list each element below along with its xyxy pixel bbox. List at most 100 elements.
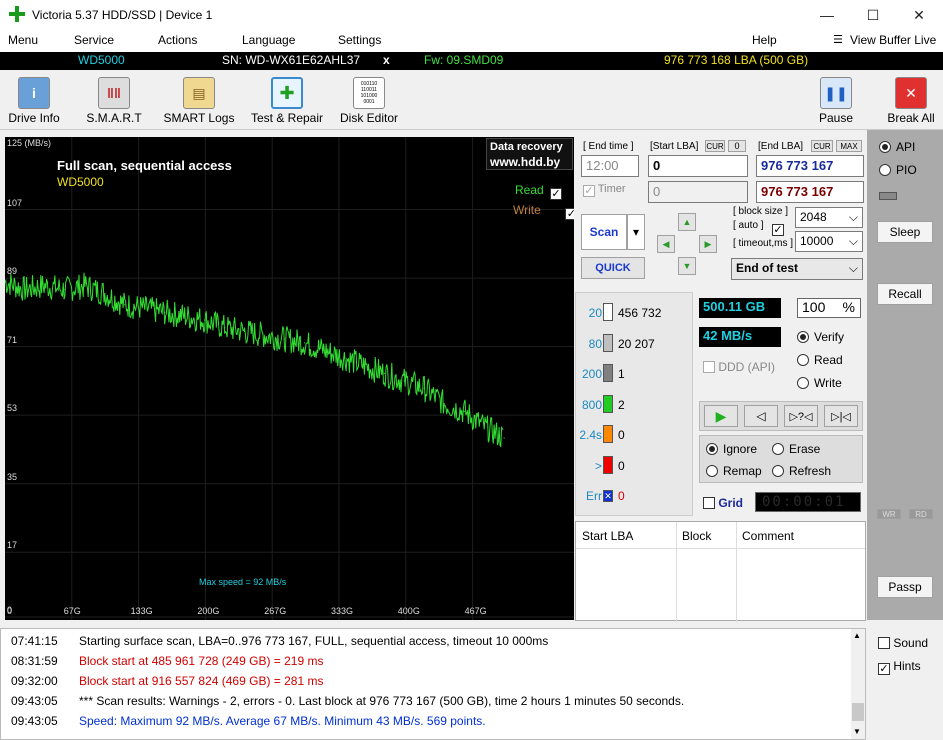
dpad-right-icon[interactable]: ▶ xyxy=(699,235,717,253)
start-cur-button[interactable]: CUR xyxy=(705,140,725,152)
x-tick-label: 200G xyxy=(197,606,220,616)
timeout-select[interactable]: 10000 ⌵ xyxy=(795,231,863,252)
quick-button[interactable]: QUICK xyxy=(581,257,645,279)
sound-checkbox[interactable]: Sound xyxy=(878,636,928,650)
read-radio[interactable]: Read xyxy=(797,353,843,367)
log-time: 09:43:05 xyxy=(11,694,58,708)
drive-capacity: 976 773 168 LBA (500 GB) xyxy=(664,53,809,67)
menu-settings[interactable]: Settings xyxy=(338,33,381,47)
block-color-swatch xyxy=(603,303,613,321)
refresh-radio[interactable]: Refresh xyxy=(772,464,831,478)
write-radio[interactable]: Write xyxy=(797,376,842,390)
col-start-lba[interactable]: Start LBA xyxy=(582,529,633,543)
y-tick-label: 107 xyxy=(7,197,23,208)
graph-canvas xyxy=(5,137,574,620)
log-time: 07:41:15 xyxy=(11,634,58,648)
break-all-button[interactable]: ✕ Break All xyxy=(884,75,938,129)
block-stat-row: >0 xyxy=(576,455,692,476)
smart-button[interactable]: ǁǁ S.M.A.R.T xyxy=(84,75,144,129)
pio-radio[interactable]: PIO xyxy=(879,163,917,177)
dpad-left-icon[interactable]: ◀ xyxy=(657,235,675,253)
menu-view-buffer-live[interactable]: View Buffer Live xyxy=(850,33,936,47)
end-icon[interactable]: ▷|◁ xyxy=(824,405,858,427)
controls-panel: [ End time ] [Start LBA] CUR 0 [End LBA]… xyxy=(575,135,867,622)
binary-icon: 010110 110011 101000 0001 xyxy=(353,77,385,109)
col-block[interactable]: Block xyxy=(682,529,711,543)
start-zero-button[interactable]: 0 xyxy=(728,140,746,152)
disk-editor-button[interactable]: 010110 110011 101000 0001 Disk Editor xyxy=(338,75,400,129)
end-of-test-select[interactable]: End of test ⌵ xyxy=(731,258,863,280)
end-cur-button[interactable]: CUR xyxy=(811,140,833,152)
write-legend-checkbox[interactable]: ✓ xyxy=(565,208,574,220)
x-tick-label: 400G xyxy=(397,606,420,616)
scan-button[interactable]: Scan xyxy=(581,214,627,250)
rewind-icon[interactable]: ◁ xyxy=(744,405,778,427)
block-threshold: 20 xyxy=(588,306,602,320)
test-repair-button[interactable]: ✚ Test & Repair xyxy=(248,75,326,129)
scroll-up-icon[interactable]: ▲ xyxy=(853,631,861,640)
x-tick-label: 267G xyxy=(264,606,287,616)
title-bar: Victoria 5.37 HDD/SSD | Device 1 — ☐ ✕ xyxy=(0,0,943,30)
grid-checkbox[interactable]: Grid xyxy=(703,496,743,510)
api-radio[interactable]: API xyxy=(879,140,915,154)
log-time: 09:32:00 xyxy=(11,674,58,688)
skip-unknown-icon[interactable]: ▷?◁ xyxy=(784,405,818,427)
end-lba-2-input[interactable]: 976 773 167 xyxy=(756,181,864,203)
drive-info-button[interactable]: i Drive Info xyxy=(6,75,62,129)
read-speed-line xyxy=(5,272,504,448)
scroll-thumb[interactable] xyxy=(852,703,864,721)
dpad-up-icon[interactable]: ▲ xyxy=(678,213,696,231)
end-lba-input[interactable]: 976 773 167 xyxy=(756,155,864,177)
smart-logs-button[interactable]: ▤ SMART Logs xyxy=(162,75,236,129)
defects-table[interactable]: Start LBA Block Comment xyxy=(575,521,866,622)
col-comment[interactable]: Comment xyxy=(742,529,794,543)
menu-language[interactable]: Language xyxy=(242,33,295,47)
log-row: 09:43:05 Speed: Maximum 92 MB/s. Average … xyxy=(11,714,486,728)
block-stat-row: 80 20 207 xyxy=(576,333,692,354)
x-zero-label: 0 xyxy=(7,606,13,616)
block-size-select[interactable]: 2048 ⌵ xyxy=(795,207,863,228)
remap-radio[interactable]: Remap xyxy=(706,464,762,478)
ignore-radio[interactable]: Ignore xyxy=(706,442,757,456)
drive-model[interactable]: WD5000 xyxy=(78,53,125,67)
pause-button[interactable]: ❚❚ Pause xyxy=(814,75,858,129)
menu-service[interactable]: Service xyxy=(74,33,114,47)
auto-checkbox[interactable]: ✓ xyxy=(772,224,784,236)
right-panel: API PIO Sleep Recall WR RD Passp xyxy=(867,130,943,620)
log-scrollbar[interactable]: ▲ ▼ xyxy=(851,629,865,739)
folder-icon: ▤ xyxy=(183,77,215,109)
dpad-down-icon[interactable]: ▼ xyxy=(678,257,696,275)
block-threshold: 800 xyxy=(581,397,602,412)
verify-radio[interactable]: Verify xyxy=(797,330,844,344)
maximize-icon[interactable]: ☐ xyxy=(850,0,896,30)
hints-checkbox[interactable]: ✓ Hints xyxy=(878,659,921,675)
menu-help[interactable]: Help xyxy=(752,33,777,47)
write-legend: Write xyxy=(513,203,541,217)
y-tick-label: 17 xyxy=(7,540,18,551)
end-time-input[interactable]: 12:00 xyxy=(581,155,639,177)
direction-pad[interactable]: ▲ ◀ ▶ ▼ xyxy=(655,213,719,275)
menu-actions[interactable]: Actions xyxy=(158,33,197,47)
start-lba-input[interactable]: 0 xyxy=(648,155,748,177)
sleep-button[interactable]: Sleep xyxy=(877,221,933,243)
scan-dropdown-button[interactable]: ▾ xyxy=(627,214,645,250)
scroll-down-icon[interactable]: ▼ xyxy=(853,727,861,736)
ddd-api-checkbox[interactable]: DDD (API) xyxy=(703,360,775,374)
close-drive-button[interactable]: x xyxy=(383,53,390,67)
close-icon[interactable]: ✕ xyxy=(896,0,942,30)
read-legend-checkbox[interactable]: ✓ xyxy=(550,188,562,200)
menu-menu[interactable]: Menu xyxy=(8,33,38,47)
recall-button[interactable]: Recall xyxy=(877,283,933,305)
passp-button[interactable]: Passp xyxy=(877,576,933,598)
minimize-icon[interactable]: — xyxy=(804,0,850,30)
speed-point xyxy=(283,338,286,340)
timer-input[interactable]: 0 xyxy=(648,181,748,203)
log-panel[interactable]: 07:41:15 Starting surface scan, LBA=0..97… xyxy=(0,628,866,740)
speed-point xyxy=(104,292,106,294)
block-count: 0 xyxy=(618,489,625,503)
play-icon[interactable]: ▶ xyxy=(704,405,738,427)
erase-radio[interactable]: Erase xyxy=(772,442,820,456)
timer-checkbox[interactable]: ✓ Timer xyxy=(583,183,626,197)
speed-point xyxy=(483,426,485,428)
end-max-button[interactable]: MAX xyxy=(836,140,862,152)
